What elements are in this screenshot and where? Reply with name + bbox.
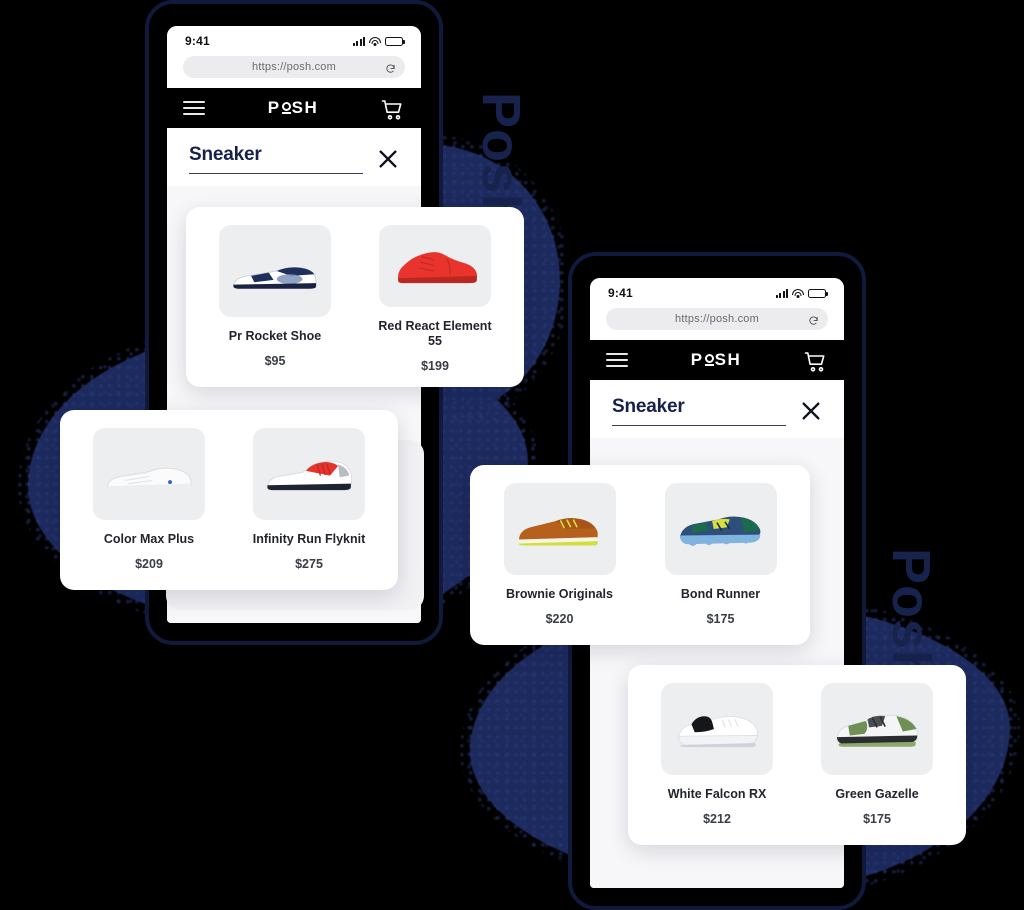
- product-price: $175: [706, 611, 735, 626]
- product-tile[interactable]: Brownie Originals $220: [484, 483, 635, 631]
- status-icons: [352, 36, 405, 46]
- brown-suede-low-top-sneaker-icon: [519, 518, 599, 546]
- shopping-cart-icon[interactable]: [804, 350, 828, 372]
- product-name: Color Max Plus: [103, 532, 195, 546]
- product-tile[interactable]: Green Gazelle $175: [802, 683, 952, 831]
- product-tile[interactable]: Bond Runner $175: [645, 483, 796, 631]
- hamburger-menu-icon[interactable]: [183, 101, 205, 115]
- status-icons: [775, 288, 828, 298]
- posh-watermark-right: Posh: [881, 548, 941, 685]
- url-bar-left[interactable]: https://posh.com: [183, 56, 405, 78]
- product-card-left: Color Max Plus $209 Infinity Run Flyknit…: [60, 410, 398, 590]
- product-thumbnail: [93, 428, 205, 520]
- product-tile[interactable]: Color Max Plus $209: [74, 428, 224, 576]
- status-time: 9:41: [608, 286, 633, 300]
- product-price: $95: [264, 353, 286, 368]
- product-price: $175: [863, 811, 891, 826]
- product-tile[interactable]: Red React Element 55 $199: [360, 225, 510, 373]
- site-header-left: P SH: [167, 88, 421, 128]
- product-card-top: Pr Rocket Shoe $95 Red React Element 55 …: [186, 207, 524, 387]
- url-bar-right[interactable]: https://posh.com: [606, 308, 828, 330]
- battery-icon: [385, 36, 405, 46]
- product-thumbnail: [503, 483, 616, 575]
- close-x-icon[interactable]: [377, 148, 399, 170]
- white-red-knit-sneaker-icon: [266, 460, 353, 491]
- search-input-value: Sneaker: [612, 396, 685, 417]
- posh-logo-o-mark: [281, 101, 291, 115]
- product-price: $220: [545, 611, 574, 626]
- product-name: Red React Element 55: [378, 318, 492, 349]
- product-price: $209: [135, 556, 163, 571]
- search-input[interactable]: Sneaker: [612, 396, 786, 426]
- site-header-right: P SH: [590, 340, 844, 380]
- status-bar-right: 9:41: [600, 284, 834, 304]
- posh-logo[interactable]: P SH: [268, 98, 318, 118]
- product-thumbnail: [664, 483, 777, 575]
- signal-bars-icon: [352, 36, 365, 46]
- product-thumbnail: [661, 683, 773, 775]
- product-name: Pr Rocket Shoe: [228, 329, 322, 343]
- reload-icon[interactable]: [808, 314, 819, 325]
- blue-green-chunky-sneaker-icon: [680, 516, 761, 546]
- product-price: $212: [703, 811, 731, 826]
- status-time: 9:41: [185, 34, 210, 48]
- search-input[interactable]: Sneaker: [189, 144, 363, 174]
- posh-logo-o-mark: [704, 353, 714, 367]
- product-thumbnail: [821, 683, 933, 775]
- search-input-value: Sneaker: [189, 144, 262, 165]
- product-price: $199: [421, 359, 449, 373]
- product-tile[interactable]: Infinity Run Flyknit $275: [234, 428, 384, 576]
- wifi-icon: [792, 288, 804, 298]
- battery-icon: [808, 288, 828, 298]
- white-black-chunky-sneaker-icon: [678, 716, 758, 748]
- navy-white-low-top-sneaker-icon: [232, 266, 317, 289]
- product-tile[interactable]: Pr Rocket Shoe $95: [200, 225, 350, 373]
- red-high-top-sneaker-icon: [397, 251, 477, 283]
- white-running-sneaker-icon: [106, 467, 192, 491]
- product-name: Infinity Run Flyknit: [252, 532, 366, 546]
- product-price: $275: [295, 556, 323, 571]
- browser-chrome-left: 9:41 https://posh.com: [167, 26, 421, 88]
- search-row-right: Sneaker: [590, 380, 844, 438]
- search-row-left: Sneaker: [167, 128, 421, 186]
- product-thumbnail: [379, 225, 491, 307]
- url-text: https://posh.com: [675, 313, 759, 325]
- reload-icon[interactable]: [385, 62, 396, 73]
- product-card-middle: Brownie Originals $220 Bond Runner $175: [470, 465, 810, 645]
- hamburger-menu-icon[interactable]: [606, 353, 628, 367]
- wifi-icon: [369, 36, 381, 46]
- product-name: Brownie Originals: [506, 587, 613, 601]
- screenshot-stage: Posh Posh 9:41 https://posh.com P SH Sne…: [0, 0, 1024, 910]
- product-card-lower: White Falcon RX $212 Green Gazelle $175: [628, 665, 966, 845]
- product-tile[interactable]: White Falcon RX $212: [642, 683, 792, 831]
- product-thumbnail: [253, 428, 365, 520]
- product-name: White Falcon RX: [667, 787, 767, 801]
- status-bar-left: 9:41: [177, 32, 411, 52]
- close-x-icon[interactable]: [800, 400, 822, 422]
- product-name: Green Gazelle: [835, 787, 919, 801]
- posh-logo[interactable]: P SH: [691, 350, 741, 370]
- product-name: Bond Runner: [680, 587, 761, 601]
- signal-bars-icon: [775, 288, 788, 298]
- url-text: https://posh.com: [252, 61, 336, 73]
- product-thumbnail: [219, 225, 331, 317]
- green-white-retro-sneaker-icon: [836, 714, 918, 747]
- shopping-cart-icon[interactable]: [381, 98, 405, 120]
- browser-chrome-right: 9:41 https://posh.com: [590, 278, 844, 340]
